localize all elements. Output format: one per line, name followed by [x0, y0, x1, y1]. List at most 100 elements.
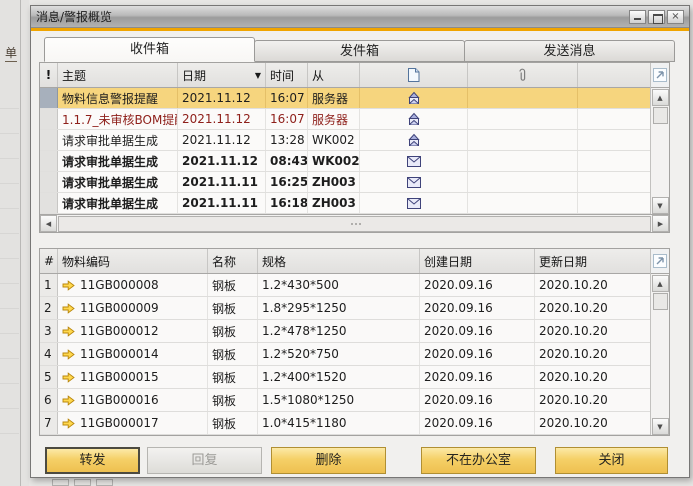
- item-row[interactable]: 2 11GB000009钢板1.8*295*12502020.09.162020…: [40, 297, 650, 320]
- row-selector[interactable]: [40, 109, 58, 129]
- item-row[interactable]: 5 11GB000015钢板1.2*400*15202020.09.162020…: [40, 366, 650, 389]
- row-number: 3: [40, 320, 58, 342]
- col-header-from[interactable]: 从: [308, 63, 360, 87]
- col-header-date-label: 日期: [182, 67, 206, 84]
- link-arrow-icon[interactable]: [62, 280, 75, 291]
- filler-cell: [578, 88, 650, 108]
- envelope-closed-icon[interactable]: [406, 197, 422, 210]
- close-button[interactable]: 关闭: [555, 447, 668, 474]
- expand-arrow-icon[interactable]: [653, 254, 667, 268]
- message-time: 16:25: [266, 172, 308, 192]
- link-arrow-icon[interactable]: [62, 372, 75, 383]
- row-selector[interactable]: [40, 151, 58, 171]
- link-arrow-icon[interactable]: [62, 349, 75, 360]
- delete-button[interactable]: 删除: [271, 447, 386, 474]
- item-name: 钢板: [208, 274, 258, 296]
- scroll-right-button[interactable]: ▶: [652, 215, 669, 232]
- item-row[interactable]: 4 11GB000014钢板1.2*520*7502020.09.162020.…: [40, 343, 650, 366]
- message-date: 2021.11.12: [178, 109, 266, 129]
- col-header-date[interactable]: 日期 ▼: [178, 63, 266, 87]
- col-header-document[interactable]: [360, 63, 468, 87]
- col-header-created-date[interactable]: 创建日期: [420, 249, 535, 273]
- message-envelope-cell: [360, 172, 468, 192]
- sort-descending-icon[interactable]: ▼: [255, 71, 261, 80]
- col-header-alert[interactable]: !: [40, 63, 58, 87]
- minimize-button[interactable]: [629, 10, 646, 24]
- item-code-text: 11GB000008: [80, 278, 159, 292]
- link-arrow-icon[interactable]: [62, 418, 75, 429]
- scrollbar-track[interactable]: [653, 124, 668, 197]
- scroll-up-button[interactable]: ▲: [652, 275, 669, 292]
- scroll-down-button[interactable]: ▼: [652, 418, 669, 435]
- accent-line: [31, 28, 689, 31]
- col-header-index[interactable]: #: [40, 249, 58, 273]
- maximize-button[interactable]: [648, 10, 665, 24]
- col-header-item-code[interactable]: 物料编码: [58, 249, 208, 273]
- envelope-closed-icon[interactable]: [406, 176, 422, 189]
- message-envelope-cell: [360, 130, 468, 150]
- col-header-subject[interactable]: 主题: [58, 63, 178, 87]
- scrollbar-thumb[interactable]: [653, 107, 668, 124]
- item-updated-date: 2020.10.20: [535, 412, 650, 434]
- row-selector[interactable]: [40, 193, 58, 213]
- col-header-updated-date[interactable]: 更新日期: [535, 249, 650, 273]
- message-subject: 请求审批单据生成: [58, 193, 178, 213]
- scrollbar-track[interactable]: [653, 310, 668, 418]
- col-header-attachment[interactable]: [468, 63, 578, 87]
- message-row[interactable]: 请求审批单据生成2021.11.1208:43WK002: [40, 151, 650, 172]
- scrollbar-grip[interactable]: [349, 221, 361, 227]
- tab-send-message[interactable]: 发送消息: [464, 40, 675, 62]
- envelope-open-icon[interactable]: [406, 132, 422, 148]
- row-selector[interactable]: [40, 130, 58, 150]
- row-selector[interactable]: [40, 172, 58, 192]
- envelope-closed-icon[interactable]: [406, 155, 422, 168]
- message-row[interactable]: 物料信息警报提醒2021.11.1216:07服务器: [40, 88, 650, 109]
- item-row[interactable]: 3 11GB000012钢板1.2*478*12502020.09.162020…: [40, 320, 650, 343]
- item-code-cell: 11GB000017: [58, 412, 208, 434]
- background-window-tabs: [52, 479, 113, 486]
- link-arrow-icon[interactable]: [62, 395, 75, 406]
- item-created-date: 2020.09.16: [420, 389, 535, 411]
- message-row[interactable]: 请求审批单据生成2021.11.1116:18ZH003: [40, 193, 650, 214]
- link-arrow-icon[interactable]: [62, 326, 75, 337]
- messages-vertical-scrollbar[interactable]: ▲ ▼: [651, 88, 669, 214]
- link-arrow-icon[interactable]: [62, 303, 75, 314]
- envelope-open-icon[interactable]: [406, 90, 422, 106]
- scrollbar-thumb[interactable]: [653, 293, 668, 310]
- item-row[interactable]: 7 11GB000017钢板1.0*415*11802020.09.162020…: [40, 412, 650, 435]
- col-header-item-name[interactable]: 名称: [208, 249, 258, 273]
- item-row[interactable]: 1 11GB000008钢板1.2*430*5002020.09.162020.…: [40, 274, 650, 297]
- tab-outbox[interactable]: 发件箱: [254, 40, 465, 62]
- col-header-time[interactable]: 时间: [266, 63, 308, 87]
- message-time: 08:43: [266, 151, 308, 171]
- item-code-text: 11GB000017: [80, 416, 159, 430]
- out-of-office-button[interactable]: 不在办公室: [421, 447, 536, 474]
- row-number: 7: [40, 412, 58, 434]
- messages-alerts-dialog: 消息/警报概览 × 收件箱 发件箱 发送消息 ! 主题 日期 ▼ 时间: [30, 5, 690, 478]
- item-code-cell: 11GB000016: [58, 389, 208, 411]
- item-code-text: 11GB000015: [80, 370, 159, 384]
- message-row[interactable]: 请求审批单据生成2021.11.1213:28WK002: [40, 130, 650, 151]
- forward-button[interactable]: 转发: [45, 447, 140, 474]
- attachment-cell: [468, 109, 578, 129]
- message-row[interactable]: 1.1.7_未审核BOM提醒2021.11.1216:07服务器: [40, 109, 650, 130]
- item-row[interactable]: 6 11GB000016钢板1.5*1080*12502020.09.16202…: [40, 389, 650, 412]
- col-header-item-spec[interactable]: 规格: [258, 249, 420, 273]
- row-selector[interactable]: [40, 88, 58, 108]
- close-window-button[interactable]: ×: [667, 10, 684, 24]
- envelope-open-icon[interactable]: [406, 111, 422, 127]
- scroll-left-button[interactable]: ◀: [40, 215, 57, 232]
- items-vertical-scrollbar[interactable]: ▲ ▼: [651, 274, 669, 435]
- messages-horizontal-scrollbar[interactable]: ◀ ▶: [40, 214, 669, 232]
- title-bar[interactable]: 消息/警报概览 ×: [31, 6, 689, 28]
- message-row[interactable]: 请求审批单据生成2021.11.1116:25ZH003: [40, 172, 650, 193]
- tab-inbox[interactable]: 收件箱: [44, 37, 255, 62]
- scroll-up-button[interactable]: ▲: [652, 89, 669, 106]
- messages-header-row: ! 主题 日期 ▼ 时间 从: [40, 63, 650, 88]
- message-envelope-cell: [360, 88, 468, 108]
- item-updated-date: 2020.10.20: [535, 343, 650, 365]
- scroll-down-button[interactable]: ▼: [652, 197, 669, 214]
- horizontal-scrollbar-thumb[interactable]: [58, 216, 651, 232]
- expand-arrow-icon[interactable]: [653, 68, 667, 82]
- document-icon: [407, 67, 420, 83]
